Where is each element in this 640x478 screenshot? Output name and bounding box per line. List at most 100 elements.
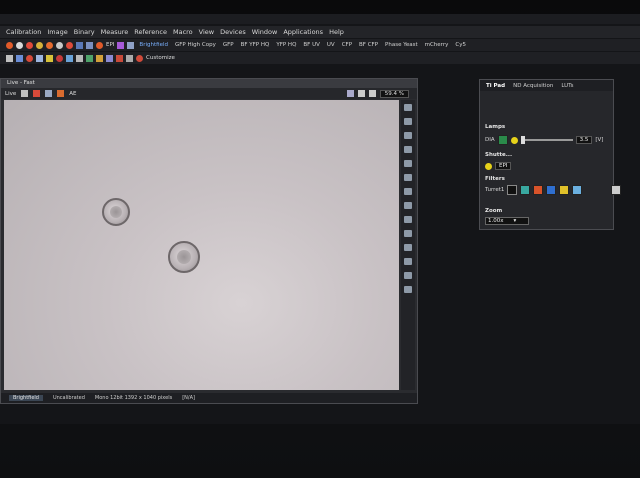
measure-icon[interactable] bbox=[46, 54, 53, 62]
filter-slot-4[interactable] bbox=[546, 185, 557, 195]
auto-exposure-button[interactable]: AE bbox=[69, 91, 76, 97]
turret-settings-icon[interactable] bbox=[611, 185, 622, 195]
live-icon[interactable] bbox=[66, 41, 73, 49]
fit-icon[interactable] bbox=[346, 90, 354, 97]
window-icon[interactable] bbox=[126, 54, 133, 62]
lamp-voltage-value[interactable]: 3.5 bbox=[575, 136, 593, 144]
lut-icon[interactable] bbox=[45, 90, 53, 97]
preset-yfp-hq[interactable]: YFP HQ bbox=[274, 42, 298, 48]
side-tool-icon[interactable] bbox=[404, 132, 412, 139]
lamp-toggle-icon[interactable] bbox=[497, 135, 508, 145]
capture-icon-small[interactable] bbox=[21, 90, 29, 97]
side-tool-icon[interactable] bbox=[404, 244, 412, 251]
stop-live-icon[interactable] bbox=[33, 90, 41, 97]
stop-icon[interactable] bbox=[26, 41, 33, 49]
capture-icon[interactable] bbox=[16, 41, 23, 49]
side-tool-icon[interactable] bbox=[404, 216, 412, 223]
side-tool-icon[interactable] bbox=[404, 286, 412, 293]
snap-icon[interactable] bbox=[56, 41, 63, 49]
side-tool-icon[interactable] bbox=[404, 160, 412, 167]
menu-image[interactable]: Image bbox=[47, 28, 67, 36]
analysis-icon[interactable] bbox=[106, 54, 113, 62]
preset-uv[interactable]: UV bbox=[325, 42, 337, 48]
preset-cfp[interactable]: CFP bbox=[340, 42, 354, 48]
side-tool-icon[interactable] bbox=[404, 174, 412, 181]
menu-calibration[interactable]: Calibration bbox=[6, 28, 41, 36]
menu-devices[interactable]: Devices bbox=[220, 28, 246, 36]
color-icon[interactable] bbox=[57, 90, 65, 97]
tab-nd-acquisition[interactable]: ND Acquisition bbox=[513, 83, 553, 89]
status-calibration: Uncalibrated bbox=[52, 395, 85, 401]
status-tab-brightfield[interactable]: Brightfield bbox=[9, 395, 43, 401]
filter-slot-6[interactable] bbox=[572, 185, 583, 195]
preset-cy5[interactable]: Cy5 bbox=[453, 42, 468, 48]
menu-macro[interactable]: Macro bbox=[173, 28, 193, 36]
lamp-icon[interactable] bbox=[96, 41, 103, 49]
cancel-icon[interactable] bbox=[56, 54, 63, 62]
alarm-icon[interactable] bbox=[136, 54, 143, 62]
side-tool-icon[interactable] bbox=[404, 272, 412, 279]
side-tool-icon[interactable] bbox=[404, 202, 412, 209]
side-tool-icon[interactable] bbox=[404, 118, 412, 125]
acquire-icon[interactable] bbox=[46, 41, 53, 49]
shutter-title: Shutte... bbox=[485, 152, 513, 158]
save-icon[interactable] bbox=[16, 54, 23, 62]
preset-bf-cfp[interactable]: BF CFP bbox=[357, 42, 380, 48]
menu-measure[interactable]: Measure bbox=[101, 28, 129, 36]
secondary-toolbar: Customize bbox=[0, 52, 640, 64]
zoom-row: 1.00x ▾ bbox=[485, 217, 529, 225]
customize-button[interactable]: Customize bbox=[146, 55, 175, 61]
preset-bf-uv[interactable]: BF UV bbox=[301, 42, 321, 48]
zoom-field[interactable]: 59.4 % bbox=[379, 89, 409, 98]
tab-ti-pad[interactable]: Ti Pad bbox=[486, 83, 505, 89]
tools-icon[interactable] bbox=[76, 54, 83, 62]
menu-window[interactable]: Window bbox=[252, 28, 278, 36]
side-tool-icon[interactable] bbox=[404, 230, 412, 237]
close-doc-icon[interactable] bbox=[116, 54, 123, 62]
record-small-icon[interactable] bbox=[26, 54, 33, 62]
stage-icon[interactable] bbox=[76, 41, 83, 49]
record-icon[interactable] bbox=[6, 41, 13, 49]
preset-mcherry[interactable]: mCherry bbox=[423, 42, 451, 48]
channel-label[interactable]: EPI bbox=[106, 42, 114, 48]
layers-icon[interactable] bbox=[86, 54, 93, 62]
shutter-epi-button[interactable]: EPI bbox=[495, 162, 512, 170]
menu-reference[interactable]: Reference bbox=[134, 28, 167, 36]
menu-binary[interactable]: Binary bbox=[74, 28, 95, 36]
side-tool-icon[interactable] bbox=[404, 104, 412, 111]
open-icon[interactable] bbox=[6, 54, 13, 62]
grid-icon[interactable] bbox=[86, 41, 93, 49]
side-tool-icon[interactable] bbox=[404, 188, 412, 195]
menu-view[interactable]: View bbox=[199, 28, 214, 36]
lamp-voltage-slider[interactable] bbox=[520, 136, 573, 144]
turret-row: Turret1 bbox=[485, 185, 622, 195]
filter-slot-5[interactable] bbox=[559, 185, 570, 195]
zoom-select[interactable]: 1.00x ▾ bbox=[485, 217, 529, 225]
macro-icon[interactable] bbox=[96, 54, 103, 62]
preset-brightfield[interactable]: Brightfield bbox=[137, 42, 170, 48]
filter-slot-2[interactable] bbox=[520, 185, 531, 195]
side-tool-icon[interactable] bbox=[404, 146, 412, 153]
filter-slot-1[interactable] bbox=[507, 185, 518, 195]
preset-bf-yfp-hq[interactable]: BF YFP HQ bbox=[239, 42, 272, 48]
zoom-out-icon[interactable] bbox=[357, 90, 365, 97]
preset-gfp[interactable]: GFP bbox=[221, 42, 236, 48]
roi-icon[interactable] bbox=[36, 54, 43, 62]
filter-slot-3[interactable] bbox=[533, 185, 544, 195]
slider-thumb[interactable] bbox=[520, 136, 525, 144]
lamp-on-icon[interactable] bbox=[510, 136, 518, 144]
menu-help[interactable]: Help bbox=[329, 28, 344, 36]
optical-config-icon[interactable] bbox=[117, 41, 125, 49]
view-icon[interactable] bbox=[66, 54, 73, 62]
preset-phase-yeast[interactable]: Phase Yeast bbox=[383, 42, 420, 48]
preset-gfp-high-copy[interactable]: GFP High Copy bbox=[173, 42, 218, 48]
menu-applications[interactable]: Applications bbox=[283, 28, 323, 36]
microscope-image[interactable] bbox=[4, 100, 399, 390]
settings-icon[interactable] bbox=[36, 41, 43, 49]
side-tool-icon[interactable] bbox=[404, 258, 412, 265]
live-button[interactable]: Live bbox=[5, 91, 16, 97]
tab-luts[interactable]: LUTs bbox=[561, 83, 573, 89]
shutter-icon[interactable] bbox=[485, 162, 492, 170]
camera-icon[interactable] bbox=[127, 41, 135, 49]
zoom-in-icon[interactable] bbox=[368, 90, 376, 97]
